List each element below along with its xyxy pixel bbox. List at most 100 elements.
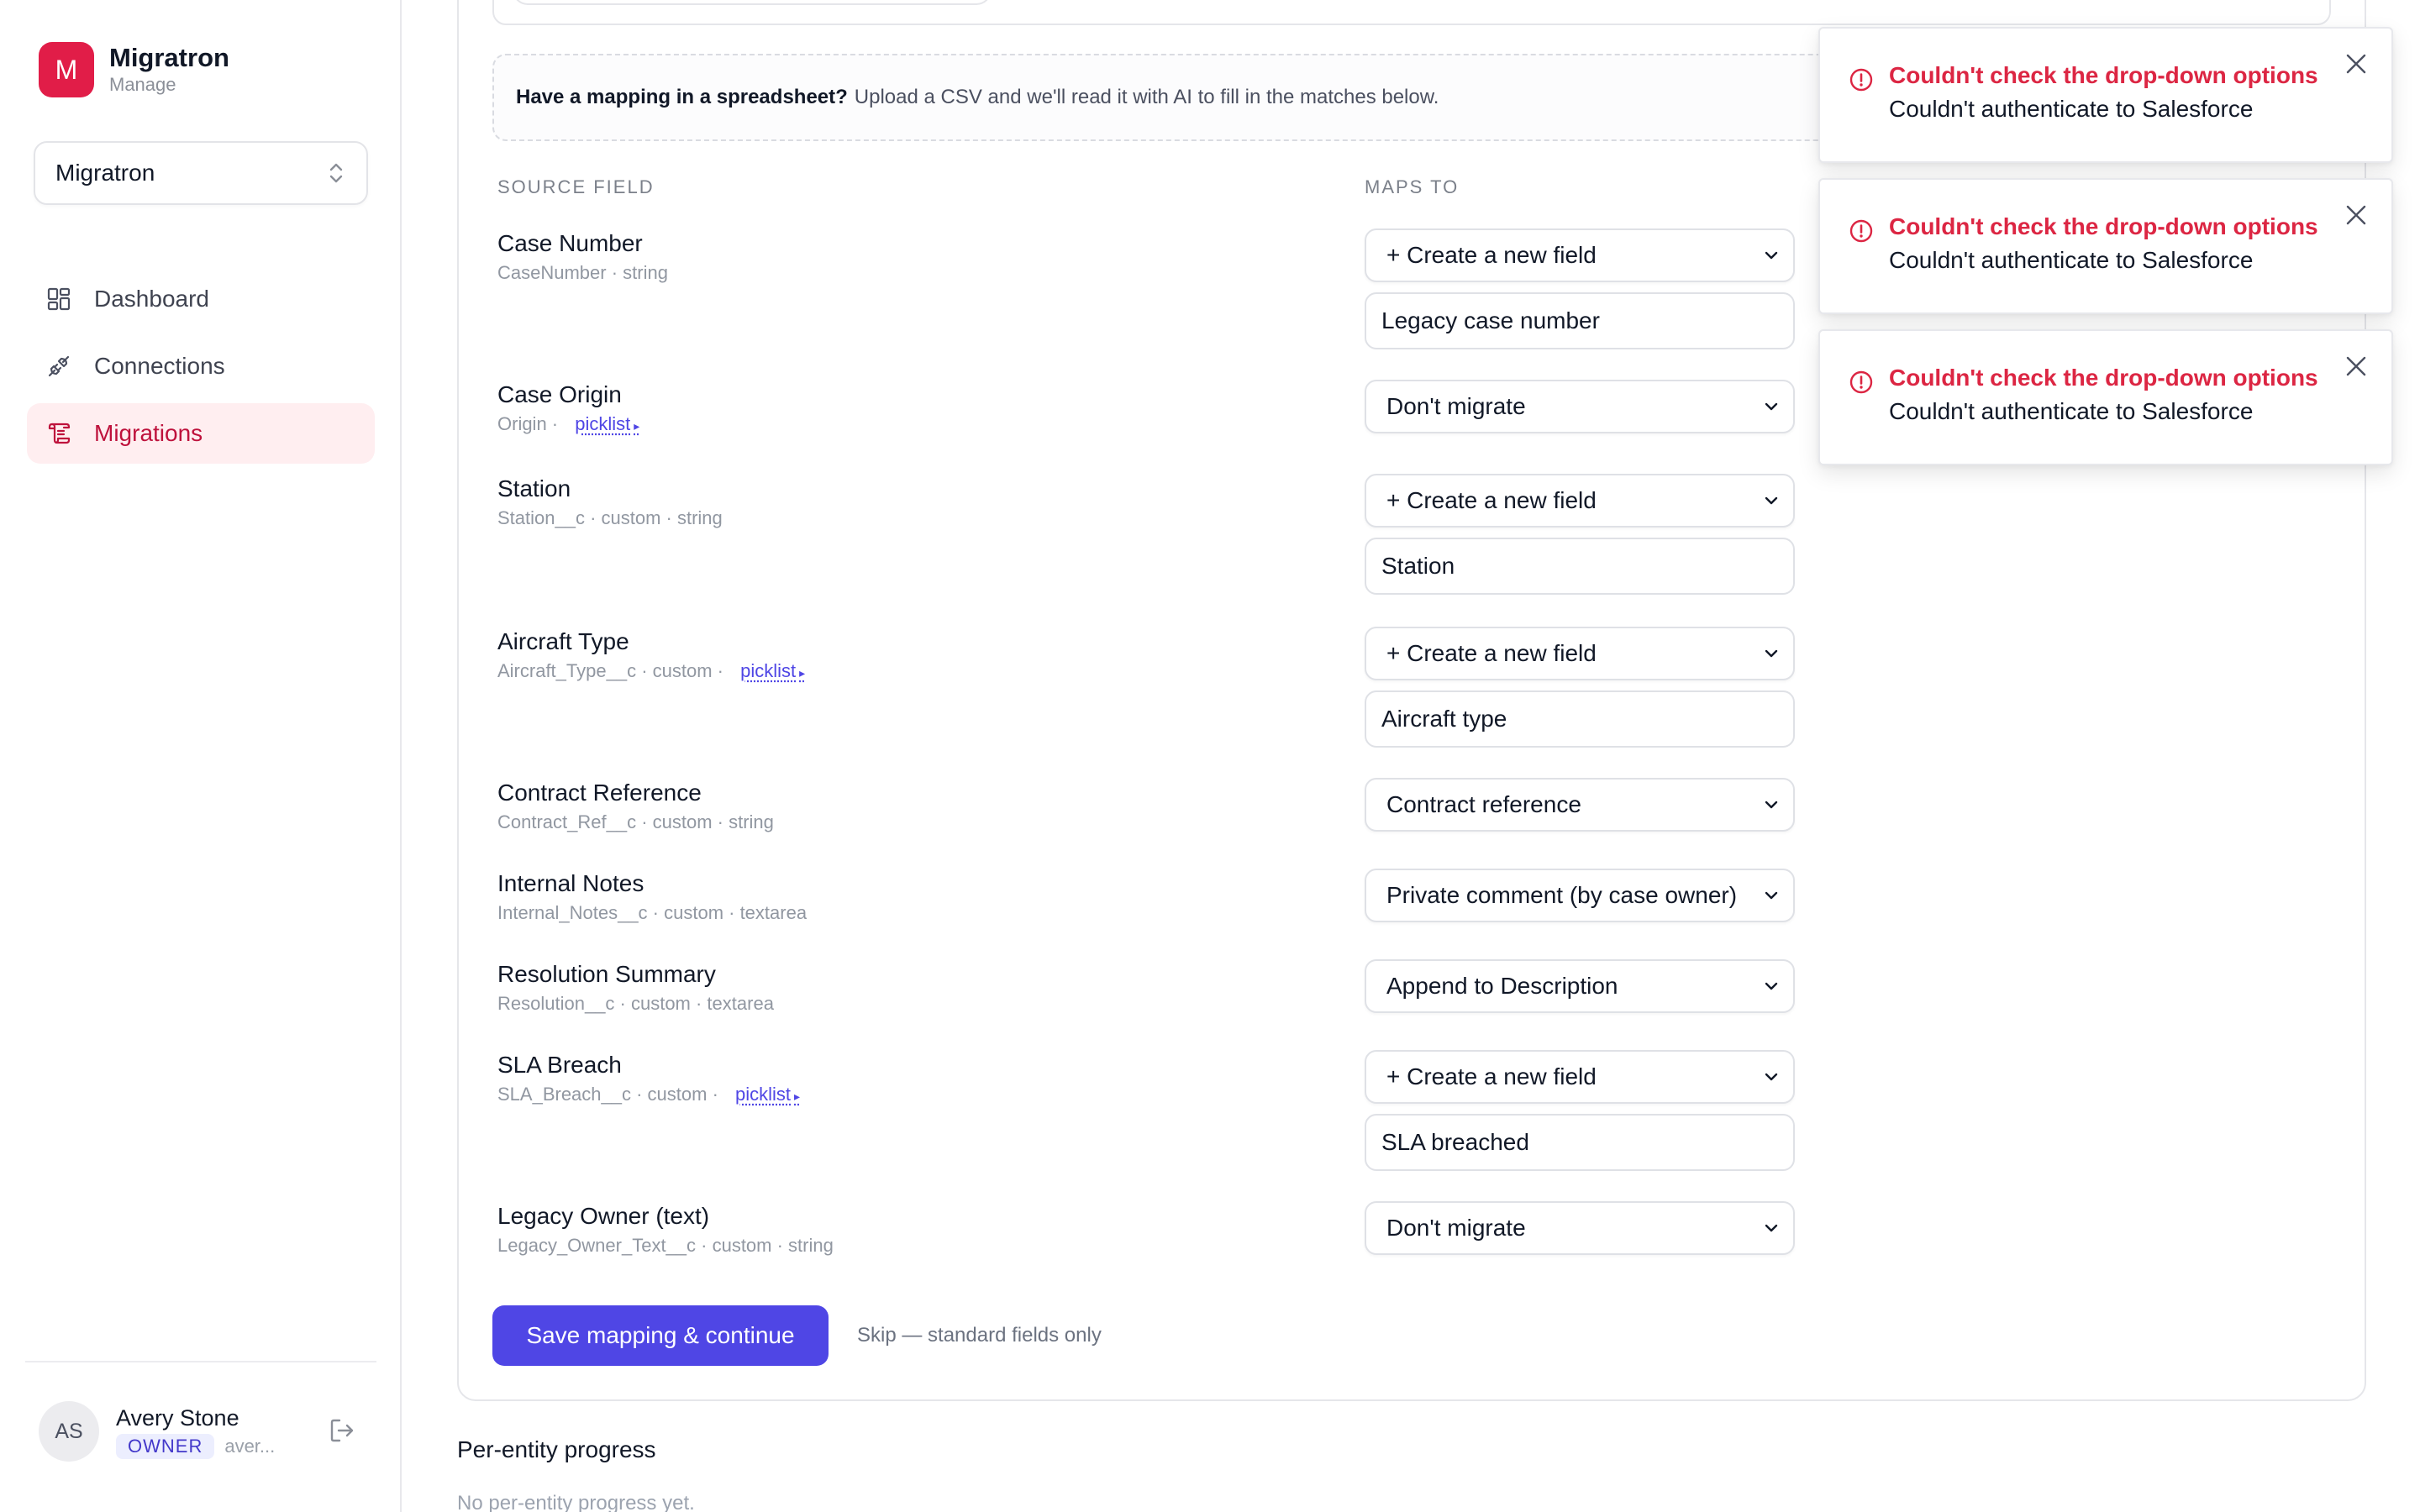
input-value: Station bbox=[1381, 553, 1455, 580]
select-value: + Create a new field bbox=[1386, 487, 1597, 514]
sidebar-item-migrations[interactable]: Migrations bbox=[27, 403, 375, 464]
chevron-down-icon bbox=[1763, 494, 1780, 507]
field-row-label: Station Station__c · custom · string bbox=[497, 474, 723, 531]
select-value: Append to Description bbox=[1386, 973, 1618, 1000]
maps-to-select[interactable]: Don't migrate bbox=[1365, 380, 1795, 433]
alert-circle-icon bbox=[1849, 370, 1874, 395]
field-meta: Origin · picklist ▸ bbox=[497, 412, 639, 438]
field-name: Station bbox=[497, 474, 723, 504]
new-field-name-input[interactable]: Station bbox=[1365, 538, 1795, 595]
picklist-link[interactable]: picklist ▸ bbox=[575, 413, 639, 434]
new-field-name-input[interactable]: SLA breached bbox=[1365, 1114, 1795, 1171]
field-meta: Aircraft_Type__c · custom · picklist ▸ bbox=[497, 659, 805, 685]
sidebar-divider bbox=[25, 1361, 376, 1362]
chevron-down-icon bbox=[1763, 1221, 1780, 1235]
picklist-link[interactable]: picklist ▸ bbox=[735, 1084, 800, 1105]
chevron-down-icon bbox=[1763, 400, 1780, 413]
field-row-label: Contract Reference Contract_Ref__c · cus… bbox=[497, 778, 774, 835]
user-profile: AS Avery Stone OWNER aver... bbox=[39, 1399, 375, 1463]
chevron-down-icon bbox=[1763, 1070, 1780, 1084]
field-meta-text: SLA_Breach__c · custom · bbox=[497, 1084, 723, 1105]
toast-title: Couldn't check the drop-down options bbox=[1889, 62, 2318, 89]
new-field-name-input[interactable]: Aircraft type bbox=[1365, 690, 1795, 748]
brand-subtitle: Manage bbox=[109, 73, 229, 97]
field-name: Case Origin bbox=[497, 380, 639, 410]
chevron-down-icon bbox=[1763, 798, 1780, 811]
user-email: aver... bbox=[224, 1436, 290, 1457]
field-row-label: SLA Breach SLA_Breach__c · custom · pick… bbox=[497, 1050, 800, 1109]
field-meta: Internal_Notes__c · custom · textarea bbox=[497, 900, 807, 926]
upload-heading: Have a mapping in a spreadsheet? bbox=[516, 86, 848, 109]
error-toast: Couldn't check the drop-down options Cou… bbox=[1818, 27, 2393, 163]
error-toast: Couldn't check the drop-down options Cou… bbox=[1818, 178, 2393, 314]
close-icon[interactable] bbox=[2344, 354, 2368, 378]
chevron-down-icon bbox=[1763, 979, 1780, 993]
chevron-up-down-icon bbox=[326, 160, 346, 186]
new-field-name-input[interactable]: Legacy case number bbox=[1365, 292, 1795, 349]
maps-to-select[interactable]: Private comment (by case owner) bbox=[1365, 869, 1795, 922]
scroll-icon bbox=[45, 420, 72, 447]
toast-message: Couldn't authenticate to Salesforce bbox=[1889, 398, 2253, 425]
picklist-label: picklist bbox=[740, 660, 796, 681]
brand[interactable]: M Migratron Manage bbox=[39, 42, 229, 97]
sidebar-item-dashboard[interactable]: Dashboard bbox=[27, 269, 375, 329]
triangle-right-icon: ▸ bbox=[799, 666, 805, 680]
field-meta: Contract_Ref__c · custom · string bbox=[497, 810, 774, 835]
field-name: Legacy Owner (text) bbox=[497, 1201, 834, 1231]
top-field[interactable] bbox=[492, 0, 2331, 25]
picklist-label: picklist bbox=[735, 1084, 791, 1105]
toast-message: Couldn't authenticate to Salesforce bbox=[1889, 96, 2253, 123]
save-mapping-button[interactable]: Save mapping & continue bbox=[492, 1305, 829, 1366]
select-value: Don't migrate bbox=[1386, 1215, 1526, 1242]
sidebar: M Migratron Manage Migratron Dashboard C… bbox=[0, 0, 402, 1512]
maps-to-select[interactable]: Append to Description bbox=[1365, 959, 1795, 1013]
avatar[interactable]: AS bbox=[39, 1401, 99, 1462]
picklist-link[interactable]: picklist ▸ bbox=[740, 660, 805, 681]
maps-to-select[interactable]: + Create a new field bbox=[1365, 474, 1795, 528]
sidebar-item-label: Dashboard bbox=[94, 286, 209, 312]
user-name: Avery Stone bbox=[116, 1404, 309, 1432]
brand-logo: M bbox=[39, 42, 94, 97]
field-row-label: Legacy Owner (text) Legacy_Owner_Text__c… bbox=[497, 1201, 834, 1258]
field-meta: Legacy_Owner_Text__c · custom · string bbox=[497, 1233, 834, 1258]
select-value: + Create a new field bbox=[1386, 1063, 1597, 1090]
input-value: SLA breached bbox=[1381, 1129, 1529, 1156]
field-meta: Resolution__c · custom · textarea bbox=[497, 991, 774, 1016]
chevron-down-icon bbox=[1763, 249, 1780, 262]
close-icon[interactable] bbox=[2344, 52, 2368, 76]
maps-to-select[interactable]: + Create a new field bbox=[1365, 627, 1795, 680]
column-header-source: SOURCE FIELD bbox=[497, 176, 655, 198]
error-toast: Couldn't check the drop-down options Cou… bbox=[1818, 329, 2393, 465]
toast-title: Couldn't check the drop-down options bbox=[1889, 365, 2318, 391]
field-meta-text: Aircraft_Type__c · custom · bbox=[497, 660, 729, 681]
upload-text: Upload a CSV and we'll read it with AI t… bbox=[855, 86, 1439, 109]
select-value: + Create a new field bbox=[1386, 640, 1597, 667]
field-meta: SLA_Breach__c · custom · picklist ▸ bbox=[497, 1082, 800, 1109]
maps-to-select[interactable]: Don't migrate bbox=[1365, 1201, 1795, 1255]
triangle-right-icon: ▸ bbox=[794, 1089, 800, 1103]
top-field-inner[interactable] bbox=[513, 0, 992, 5]
role-badge: OWNER bbox=[116, 1434, 214, 1459]
field-name: Case Number bbox=[497, 228, 668, 259]
sidebar-item-label: Migrations bbox=[94, 420, 203, 447]
plug-icon bbox=[45, 353, 72, 380]
skip-link[interactable]: Skip — standard fields only bbox=[857, 1324, 1102, 1347]
maps-to-select[interactable]: Contract reference bbox=[1365, 778, 1795, 832]
column-header-target: MAPS TO bbox=[1365, 176, 1459, 198]
sidebar-item-connections[interactable]: Connections bbox=[27, 336, 375, 396]
workspace-select[interactable]: Migratron bbox=[34, 141, 368, 205]
maps-to-select[interactable]: + Create a new field bbox=[1365, 228, 1795, 282]
dashboard-icon bbox=[45, 286, 72, 312]
logout-icon[interactable] bbox=[328, 1416, 356, 1445]
chevron-down-icon bbox=[1763, 889, 1780, 902]
field-meta-text: Origin · bbox=[497, 413, 563, 434]
close-icon[interactable] bbox=[2344, 203, 2368, 227]
field-name: Aircraft Type bbox=[497, 627, 805, 657]
sidebar-item-label: Connections bbox=[94, 353, 225, 380]
chevron-down-icon bbox=[1763, 647, 1780, 660]
field-name: Resolution Summary bbox=[497, 959, 774, 990]
field-name: Contract Reference bbox=[497, 778, 774, 808]
toast-message: Couldn't authenticate to Salesforce bbox=[1889, 247, 2253, 274]
field-name: SLA Breach bbox=[497, 1050, 800, 1080]
maps-to-select[interactable]: + Create a new field bbox=[1365, 1050, 1795, 1104]
